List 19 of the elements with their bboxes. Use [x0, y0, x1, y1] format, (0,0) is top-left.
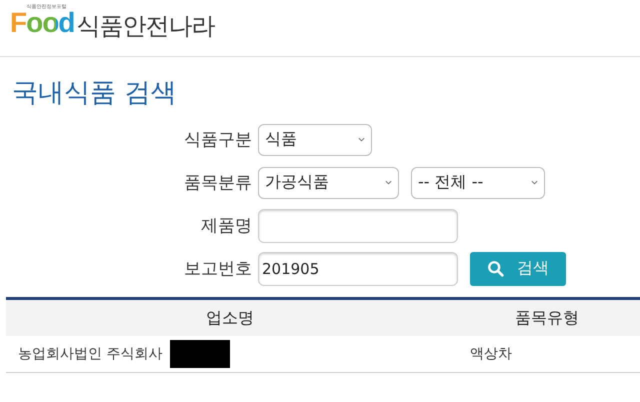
column-header: 품목유형: [514, 308, 580, 328]
dropdown[interactable]: 식품: [258, 124, 372, 156]
field-label: 식품구분: [183, 129, 252, 151]
table-cell: 농업회사법인 주식회사: [18, 345, 162, 363]
chevron-icon: [385, 180, 392, 185]
column-header: 업소명: [205, 308, 255, 328]
field-label: 품목분류: [183, 172, 252, 194]
dropdown[interactable]: -- 전체 --: [411, 166, 545, 198]
field-label: 보고번호: [183, 258, 252, 280]
dropdown[interactable]: 가공식품: [258, 166, 399, 198]
table-cell-text: 액상차: [469, 345, 512, 363]
chevron-icon: [358, 137, 365, 142]
site-name[interactable]: 식품안전나라: [76, 10, 214, 42]
field-label: 제품명: [200, 215, 252, 237]
chevron-icon: [531, 180, 538, 185]
text-field[interactable]: 201905: [258, 252, 458, 286]
text-field[interactable]: [258, 208, 458, 242]
search-icon: [487, 260, 505, 278]
page-title: 국내식품 검색: [12, 77, 178, 109]
